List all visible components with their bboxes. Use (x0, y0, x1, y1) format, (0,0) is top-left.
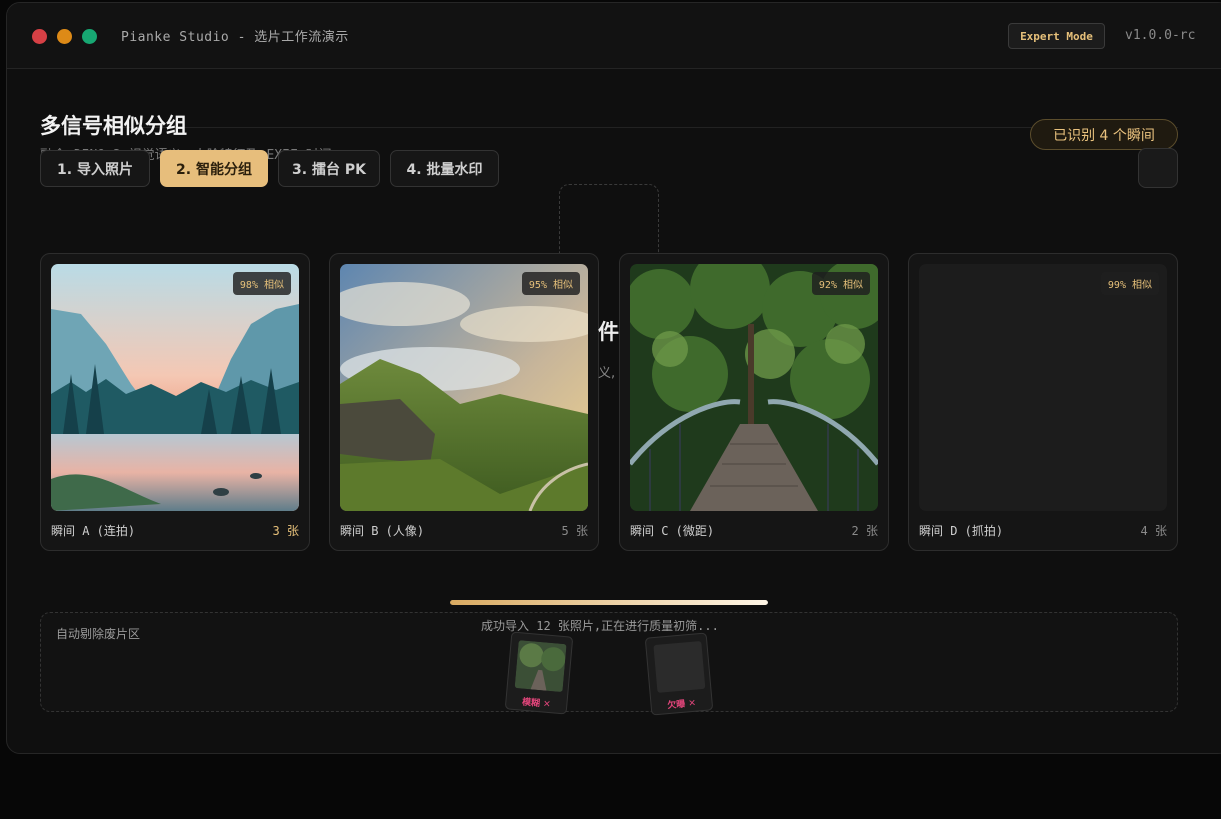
moment-card-a[interactable]: 98% 相似 瞬间 A (连拍) 3 张 (40, 253, 310, 551)
import-progress-bar (450, 600, 768, 605)
moment-label-a: 瞬间 A (连拍) (51, 524, 136, 538)
moment-count-d: 4 张 (1140, 524, 1167, 538)
rejected-photo-underexposed[interactable]: 欠曝 ✕ (644, 632, 714, 716)
reject-reason-blurry: 模糊 ✕ (521, 697, 552, 711)
step-smart-grouping[interactable]: 2. 智能分组 (160, 150, 268, 187)
step-arena-pk[interactable]: 3. 擂台 PK (278, 150, 380, 187)
minimize-window-button[interactable] (57, 29, 72, 44)
moment-photo-d: 99% 相似 (919, 264, 1167, 511)
similarity-badge-c: 92% 相似 (811, 272, 870, 295)
similarity-badge-a: 98% 相似 (232, 272, 291, 295)
rejected-photo-blurry[interactable]: 模糊 ✕ (504, 631, 574, 715)
moment-count-c: 2 张 (851, 524, 878, 538)
moment-photo-c: 92% 相似 (630, 264, 878, 511)
step-import-photos[interactable]: 1. 导入照片 (40, 150, 150, 187)
header-divider (40, 127, 1178, 128)
moment-label-d: 瞬间 D (抓拍) (919, 524, 1004, 538)
moment-photo-b: 95% 相似 (340, 264, 588, 511)
trash-zone-title: 自动剔除废片区 (56, 627, 141, 641)
reject-reason-underexposed: 欠曝 ✕ (666, 698, 697, 712)
version-label: v1.0.0-rc (1125, 28, 1196, 43)
page-title: 多信号相似分组 (40, 113, 187, 138)
ghost-heading-fragment: 件 (598, 320, 619, 344)
moment-card-d[interactable]: 99% 相似 瞬间 D (抓拍) 4 张 (908, 253, 1178, 551)
close-window-button[interactable] (32, 29, 47, 44)
import-progress-fill (450, 600, 768, 605)
moment-count-a: 3 张 (272, 524, 299, 538)
maximize-window-button[interactable] (82, 29, 97, 44)
ghost-action-button[interactable] (1138, 148, 1178, 188)
expert-mode-button[interactable]: Expert Mode (1008, 23, 1105, 49)
similarity-badge-d: 99% 相似 (1100, 272, 1159, 295)
rejected-thumb-underexposed (653, 640, 706, 693)
moment-label-c: 瞬间 C (微距) (630, 524, 715, 538)
step-batch-watermark[interactable]: 4. 批量水印 (390, 150, 499, 187)
moment-photo-a: 98% 相似 (51, 264, 299, 511)
ghost-text-fragment: 义, (598, 366, 616, 381)
title-bar: Pianke Studio - 选片工作流演示 Expert Mode v1.0… (7, 3, 1221, 69)
moment-count-b: 5 张 (561, 524, 588, 538)
recognized-moments-badge: 已识别 4 个瞬间 (1030, 119, 1178, 150)
moment-label-b: 瞬间 B (人像) (340, 524, 425, 538)
moment-card-c[interactable]: 92% 相似 瞬间 C (微距) 2 张 (619, 253, 889, 551)
moment-card-b[interactable]: 95% 相似 瞬间 B (人像) 5 张 (329, 253, 599, 551)
rejected-thumb-blurry (514, 640, 567, 693)
app-title: Pianke Studio - 选片工作流演示 (121, 30, 349, 45)
similarity-badge-b: 95% 相似 (521, 272, 580, 295)
